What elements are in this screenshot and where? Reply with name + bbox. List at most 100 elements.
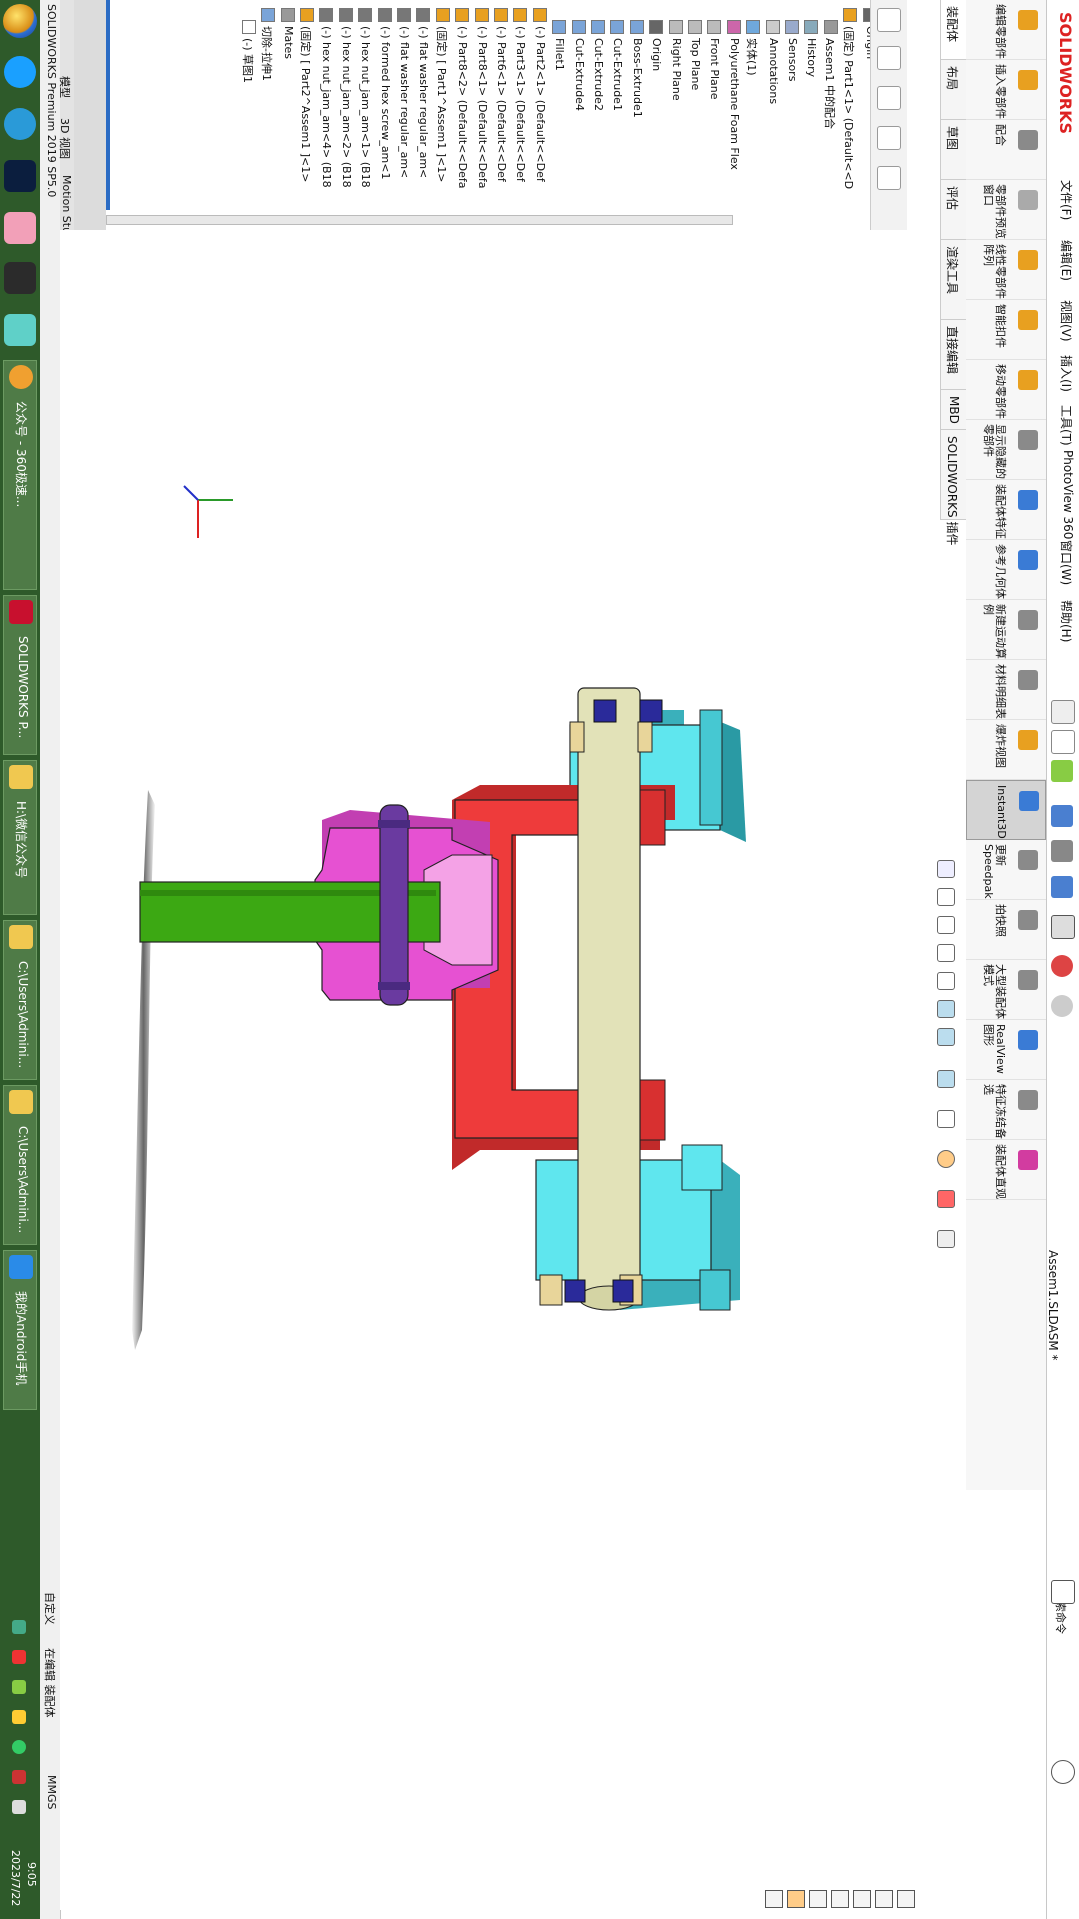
view-icon[interactable] (831, 1890, 849, 1908)
tab-layout[interactable]: 布局 (941, 60, 967, 120)
rebuild-icon[interactable] (1051, 955, 1073, 977)
menu-photoview[interactable]: PhotoView 360 (1061, 450, 1075, 539)
close-icon[interactable] (1051, 1860, 1073, 1882)
view-settings-icon[interactable] (937, 1190, 955, 1208)
menu-help[interactable]: 帮助(H) (1058, 600, 1075, 642)
graphics-area[interactable] (60, 230, 935, 1910)
view-orientation-icon[interactable] (937, 1000, 955, 1018)
taskbar-window-1[interactable]: SOLIDWORKS P... (3, 595, 37, 755)
search-icon[interactable] (1051, 1580, 1075, 1604)
edit-component-button[interactable]: 编辑零部件 (966, 0, 1046, 60)
tab-evaluate[interactable]: 评估 (941, 180, 967, 240)
insert-component-button[interactable]: 插入零部件 (966, 60, 1046, 120)
tab-model[interactable]: 模型 (57, 76, 73, 98)
menu-edit[interactable]: 编辑(E) (1058, 240, 1075, 281)
tray-icon[interactable] (12, 1680, 26, 1694)
menu-tools[interactable]: 工具(T) (1058, 405, 1075, 446)
tray-icon[interactable] (12, 1620, 26, 1634)
view-icon[interactable] (897, 1890, 915, 1908)
realview-button[interactable]: RealView图形 (966, 1020, 1046, 1080)
minimize-icon[interactable] (1051, 1820, 1073, 1842)
large-assembly-button[interactable]: 大型装配体模式 (966, 960, 1046, 1020)
app-icon-2[interactable] (4, 108, 36, 140)
tray-icon[interactable] (12, 1650, 26, 1664)
app-icon-3[interactable] (4, 212, 36, 244)
apply-scene-icon[interactable] (937, 1150, 955, 1168)
display-manager-tab-icon[interactable] (877, 166, 901, 190)
bom-button[interactable]: 材料明细表 (966, 660, 1046, 720)
menu-window[interactable]: 窗口(W) (1058, 540, 1075, 585)
previous-view-icon[interactable] (937, 916, 955, 934)
view-icon[interactable] (875, 1890, 893, 1908)
show-hidden-button[interactable]: 显示隐藏的零部件 (966, 420, 1046, 480)
display-style-icon[interactable] (937, 1028, 955, 1046)
tray-icon[interactable] (12, 1770, 26, 1784)
tray-time[interactable]: 9:05 (25, 1862, 38, 1887)
dynamic-annotation-icon[interactable] (937, 972, 955, 990)
tree-horizontal-scrollbar[interactable] (106, 215, 733, 225)
help-icon[interactable] (1051, 1760, 1075, 1784)
zoom-area-icon[interactable] (937, 888, 955, 906)
new-document-icon[interactable] (1051, 730, 1075, 754)
tree-vertical-scrollbar[interactable] (74, 0, 106, 230)
options-icon[interactable] (1051, 995, 1073, 1017)
home-icon[interactable] (1051, 700, 1075, 724)
mate-button[interactable]: 配合 (966, 120, 1046, 180)
taskbar-window-0[interactable]: 公众号 - 360极速... (3, 360, 37, 590)
view-icon[interactable] (809, 1890, 827, 1908)
section-view-icon[interactable] (937, 944, 955, 962)
tab-sketch[interactable]: 草图 (941, 120, 967, 180)
photoshop-icon[interactable] (4, 160, 36, 192)
menu-file[interactable]: 文件(F) (1058, 180, 1075, 220)
view-icon[interactable] (853, 1890, 871, 1908)
tab-3d-view[interactable]: 3D 视图 (57, 118, 73, 159)
freeze-button[interactable]: 特征冻结备选 (966, 1080, 1046, 1140)
menu-view[interactable]: 视图(V) (1058, 300, 1075, 342)
taskbar-window-4[interactable]: C:\Users\Admini... (3, 1085, 37, 1245)
smart-fasteners-button[interactable]: 智能扣件 (966, 300, 1046, 360)
taskbar-window-2[interactable]: H:\微信公众号 (3, 760, 37, 915)
print-icon[interactable] (1051, 840, 1073, 862)
assembly-visual-button[interactable]: 装配体直观 (966, 1140, 1046, 1200)
configuration-manager-tab-icon[interactable] (877, 86, 901, 110)
monitor-icon[interactable] (937, 1230, 955, 1248)
property-manager-tab-icon[interactable] (877, 46, 901, 70)
save-icon[interactable] (1051, 805, 1073, 827)
move-component-button[interactable]: 移动零部件 (966, 360, 1046, 420)
tab-solidworks-addins[interactable]: SOLIDWORKS 插件 (941, 430, 967, 545)
speedpak-button[interactable]: 更新Speedpak (966, 840, 1046, 900)
reference-geometry-button[interactable]: 参考几何体 (966, 540, 1046, 600)
tab-direct-editing[interactable]: 直接编辑 (941, 320, 967, 390)
exploded-view-button[interactable]: 爆炸视图 (966, 720, 1046, 780)
tray-icon[interactable] (12, 1710, 26, 1724)
tab-assembly[interactable]: 装配体 (941, 0, 967, 60)
select-icon[interactable] (1051, 915, 1075, 939)
menu-insert[interactable]: 插入(I) (1058, 355, 1075, 392)
taskbar-window-5[interactable]: 我的Android手机 (3, 1250, 37, 1410)
hide-show-items-icon[interactable] (937, 1070, 955, 1088)
units-selector[interactable]: MMGS (45, 1775, 58, 1810)
feature-manager-tab-icon[interactable] (877, 8, 901, 32)
volume-icon[interactable] (12, 1800, 26, 1814)
start-button[interactable] (3, 4, 37, 38)
tray-icon[interactable] (12, 1740, 26, 1754)
taskbar-window-3[interactable]: C:\Users\Admini... (3, 920, 37, 1080)
view-icon[interactable] (765, 1890, 783, 1908)
app-icon-5[interactable] (4, 314, 36, 346)
dimxpert-tab-icon[interactable] (877, 126, 901, 150)
view-icon[interactable] (787, 1890, 805, 1908)
tab-render-tools[interactable]: 渲染工具 (941, 240, 967, 320)
linear-pattern-button[interactable]: 线性零部件阵列 (966, 240, 1046, 300)
snapshot-button[interactable]: 拍快照 (966, 900, 1046, 960)
tab-mbd[interactable]: MBD (941, 390, 967, 430)
app-icon-4[interactable] (4, 262, 36, 294)
zoom-to-fit-icon[interactable] (937, 860, 955, 878)
open-icon[interactable] (1051, 760, 1073, 782)
instant3d-button[interactable]: Instant3D (966, 780, 1046, 840)
motion-study-button[interactable]: 新建运动算例 (966, 600, 1046, 660)
tray-date[interactable]: 2023/7/22 (9, 1850, 22, 1906)
app-icon-1[interactable] (4, 56, 36, 88)
assembly-features-button[interactable]: 装配体特征 (966, 480, 1046, 540)
undo-icon[interactable] (1051, 876, 1073, 898)
preview-window-button[interactable]: 零部件预览窗口 (966, 180, 1046, 240)
